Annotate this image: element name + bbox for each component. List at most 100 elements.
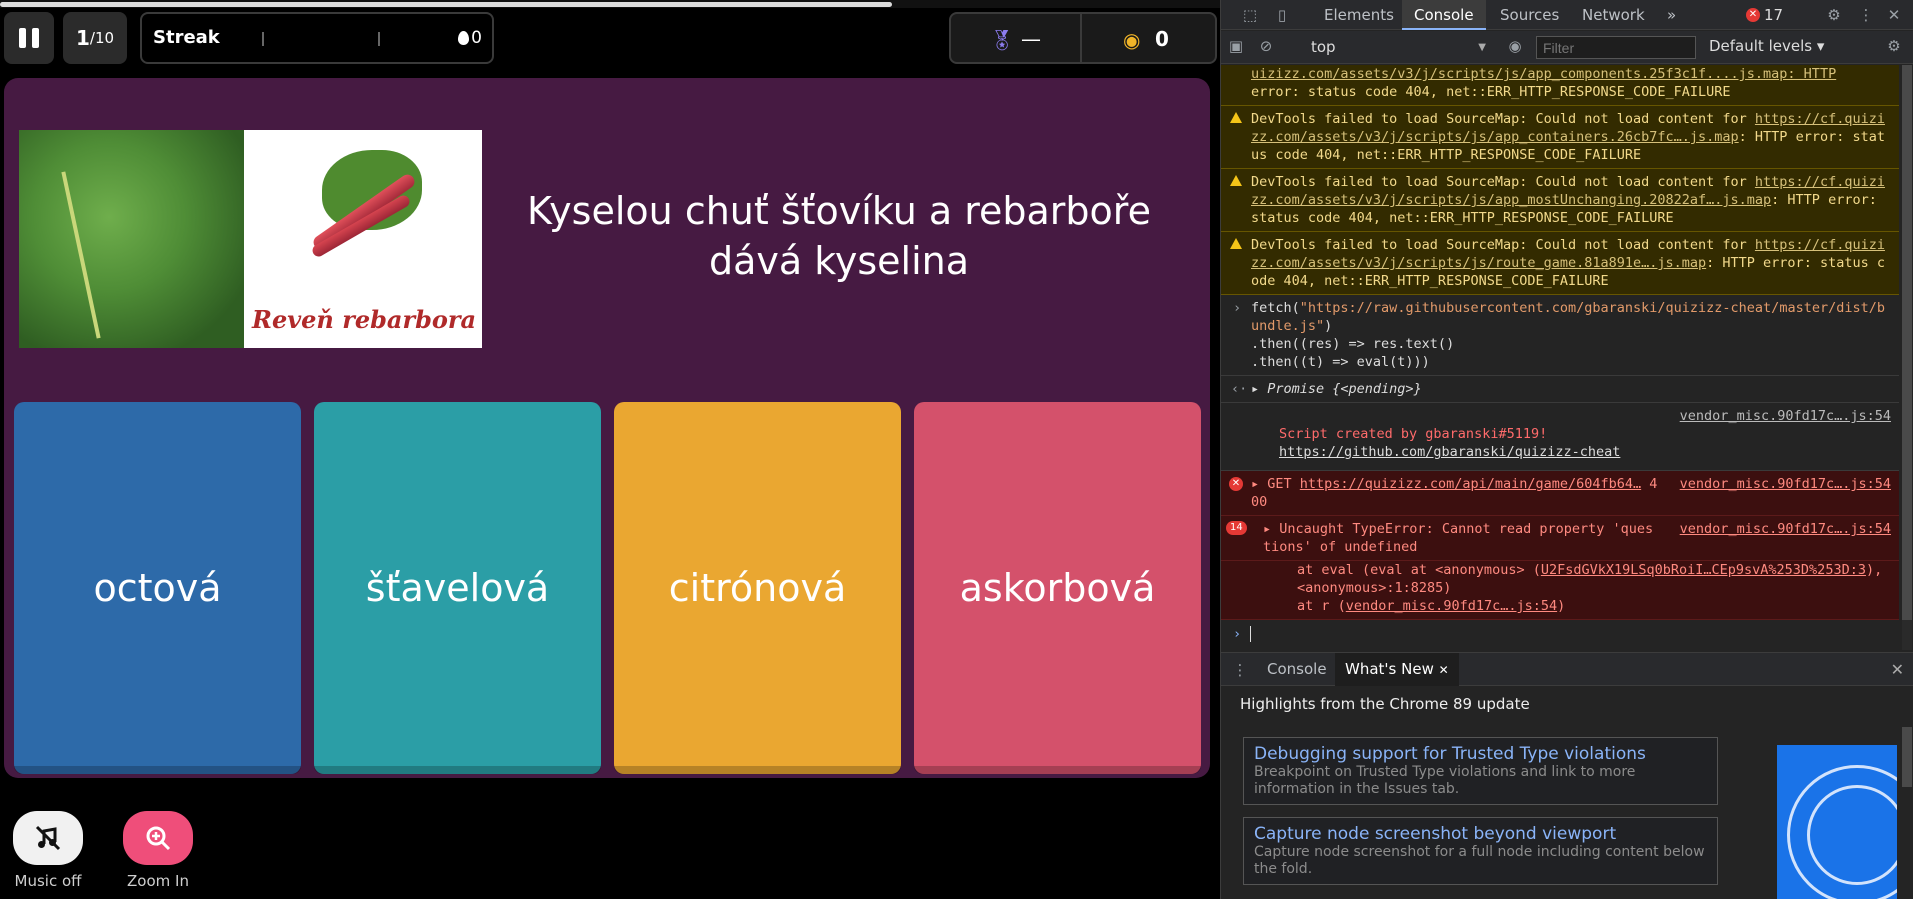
stack-text: )	[1557, 598, 1566, 614]
feature-description: Capture node screenshot for a full node …	[1254, 844, 1705, 877]
drawer-tab-console[interactable]: Console	[1257, 653, 1337, 686]
feature-title[interactable]: Capture node screenshot beyond viewport	[1254, 824, 1707, 844]
sourcemap-link[interactable]: uizizz.com/assets/v3/j/scripts/js/app_co…	[1251, 66, 1836, 82]
console-scrollbar-thumb[interactable]	[1902, 65, 1912, 620]
pause-icon	[32, 28, 39, 48]
console-output: uizizz.com/assets/v3/j/scripts/js/app_co…	[1221, 65, 1899, 650]
error-source-link[interactable]: vendor_misc.90fd17c….js:54	[1680, 520, 1891, 538]
console-error-stack: at eval (eval at <anonymous> (U2FsdGVkX1…	[1221, 561, 1899, 620]
drawer-tab-label: What's New	[1345, 660, 1434, 678]
more-tabs-icon[interactable]: »	[1655, 0, 1688, 30]
warning-icon	[1230, 238, 1242, 249]
code-then-1: .then((res) => res.text()	[1251, 336, 1455, 352]
feature-title[interactable]: Debugging support for Trusted Type viola…	[1254, 744, 1707, 764]
error-icon: ✕	[1746, 8, 1760, 22]
console-error-typeerror: 14 vendor_misc.90fd17c….js:54 ▸ Uncaught…	[1221, 516, 1899, 561]
eye-icon[interactable]: ◉	[1506, 37, 1524, 55]
question-total: /10	[89, 29, 115, 47]
zoom-in-button[interactable]	[123, 811, 193, 865]
warning-icon	[1230, 175, 1242, 186]
question-counter: 1/10	[63, 12, 127, 64]
pause-button[interactable]	[4, 12, 54, 64]
answer-label: octová	[93, 566, 222, 610]
code-then-2: .then((t) => eval(t)))	[1251, 354, 1430, 370]
warning-text: DevTools failed to load SourceMap: Could…	[1251, 237, 1755, 253]
music-off-icon	[35, 825, 61, 851]
error-source-link[interactable]: vendor_misc.90fd17c….js:54	[1680, 475, 1891, 493]
stack-text: at r (	[1297, 598, 1346, 614]
stack-link[interactable]: vendor_misc.90fd17c….js:54	[1346, 598, 1557, 614]
console-filter-input[interactable]	[1536, 36, 1696, 59]
rank-value: —	[1021, 27, 1041, 51]
progress-fill	[0, 2, 892, 7]
answer-option-1[interactable]: octová	[14, 402, 301, 774]
context-value: top	[1311, 38, 1336, 56]
settings-gear-icon[interactable]: ⚙	[1825, 6, 1843, 24]
warning-text: error: status code 404, net::ERR_HTTP_RE…	[1251, 84, 1731, 100]
coins-icon: ◉	[1123, 28, 1141, 52]
question-text: Kyselou chuť šťovíku a rebarboře dává ky…	[527, 189, 1151, 283]
console-result: ‹· ▸ Promise {<pending>}	[1221, 376, 1899, 403]
error-count-badge[interactable]: ✕ 17	[1746, 6, 1783, 24]
code-paren: )	[1324, 318, 1333, 334]
question-image[interactable]: Reveň rebarbora	[19, 130, 482, 348]
rhubarb-stalk-photo: Reveň rebarbora	[244, 130, 482, 348]
console-input-entry: › fetch("https://raw.githubusercontent.c…	[1221, 295, 1899, 376]
clear-console-icon[interactable]: ⊘	[1257, 37, 1275, 55]
feature-illustration	[1777, 745, 1897, 899]
console-error-get: ✕ vendor_misc.90fd17c….js:54 ▸ GET https…	[1221, 471, 1899, 516]
streak-tick	[262, 32, 264, 46]
streak-label: Streak	[153, 27, 220, 48]
device-toolbar-icon[interactable]: ▯	[1273, 6, 1291, 24]
inspect-element-icon[interactable]: ⬚	[1241, 6, 1259, 24]
tab-sources[interactable]: Sources	[1488, 0, 1571, 30]
zoom-label: Zoom In	[127, 872, 189, 890]
whats-new-panel: Highlights from the Chrome 89 update Deb…	[1221, 687, 1913, 899]
log-source-link[interactable]: vendor_misc.90fd17c….js:54	[1680, 407, 1891, 425]
question-current: 1	[75, 26, 90, 50]
tab-console[interactable]: Console	[1402, 0, 1486, 30]
console-log-entry: vendor_misc.90fd17c….js:54 Script create…	[1221, 403, 1899, 471]
stack-link[interactable]: U2FsdGVkX19LSq0bRoiI…CEp9svA%253D%253D:3	[1541, 562, 1866, 578]
error-count: 17	[1764, 6, 1784, 24]
context-selector[interactable]: top ▼	[1311, 37, 1486, 58]
chevron-down-icon: ▼	[1478, 42, 1486, 53]
quiz-game: 1/10 Streak 0 🏅︎ — ◉ 0 Reveň rebarbora K…	[0, 0, 1220, 899]
log-levels-dropdown[interactable]: Default levels ▾	[1709, 37, 1824, 55]
drawer-tab-whats-new[interactable]: What's New ✕	[1335, 653, 1459, 686]
image-caption: Reveň rebarbora	[252, 305, 477, 334]
close-drawer-icon[interactable]: ✕	[1891, 660, 1904, 679]
streak-meter: Streak 0	[140, 12, 494, 64]
close-devtools-icon[interactable]: ✕	[1885, 6, 1903, 24]
answer-option-3[interactable]: citrónová	[614, 402, 901, 774]
feature-card[interactable]: Debugging support for Trusted Type viola…	[1243, 737, 1718, 805]
warning-text: DevTools failed to load SourceMap: Could…	[1251, 111, 1755, 127]
request-url-link[interactable]: https://quizizz.com/api/main/game/604fb6…	[1300, 476, 1641, 492]
more-options-icon[interactable]: ⋮	[1857, 6, 1875, 24]
tab-elements[interactable]: Elements	[1312, 0, 1406, 30]
text-caret	[1250, 626, 1251, 642]
screen: 1/10 Streak 0 🏅︎ — ◉ 0 Reveň rebarbora K…	[0, 0, 1913, 899]
close-tab-icon[interactable]: ✕	[1439, 663, 1449, 677]
drawer-menu-icon[interactable]: ⋮	[1231, 661, 1249, 679]
warning-text: DevTools failed to load SourceMap: Could…	[1251, 174, 1755, 190]
streak-tick	[378, 32, 380, 46]
console-toolbar: ▣ ⊘ top ▼ ◉ Default levels ▾ ⚙	[1221, 31, 1913, 64]
answer-option-2[interactable]: šťavelová	[314, 402, 601, 774]
devtools-panel: ⬚ ▯ Elements Console Sources Network » ✕…	[1220, 0, 1913, 899]
promise-result[interactable]: ▸ Promise {<pending>}	[1251, 381, 1422, 397]
repo-link[interactable]: https://github.com/gbaranski/quizizz-che…	[1279, 444, 1620, 460]
rhubarb-leaf-photo	[19, 130, 244, 348]
error-message: Uncaught TypeError: Cannot read property…	[1263, 521, 1654, 555]
whats-new-scrollbar[interactable]	[1902, 727, 1912, 787]
code-url: "https://raw.githubusercontent.com/gbara…	[1251, 300, 1885, 334]
console-prompt[interactable]: ›	[1221, 620, 1899, 648]
log-message: Script created by gbaranski#5119!	[1279, 426, 1548, 442]
tab-network[interactable]: Network	[1570, 0, 1657, 30]
music-toggle-button[interactable]	[13, 811, 83, 865]
feature-card[interactable]: Capture node screenshot beyond viewport …	[1243, 817, 1718, 885]
sidebar-toggle-icon[interactable]: ▣	[1227, 37, 1245, 55]
answer-option-4[interactable]: askorbová	[914, 402, 1201, 774]
feature-description: Breakpoint on Trusted Type violations an…	[1254, 764, 1636, 797]
console-settings-icon[interactable]: ⚙	[1885, 37, 1903, 55]
